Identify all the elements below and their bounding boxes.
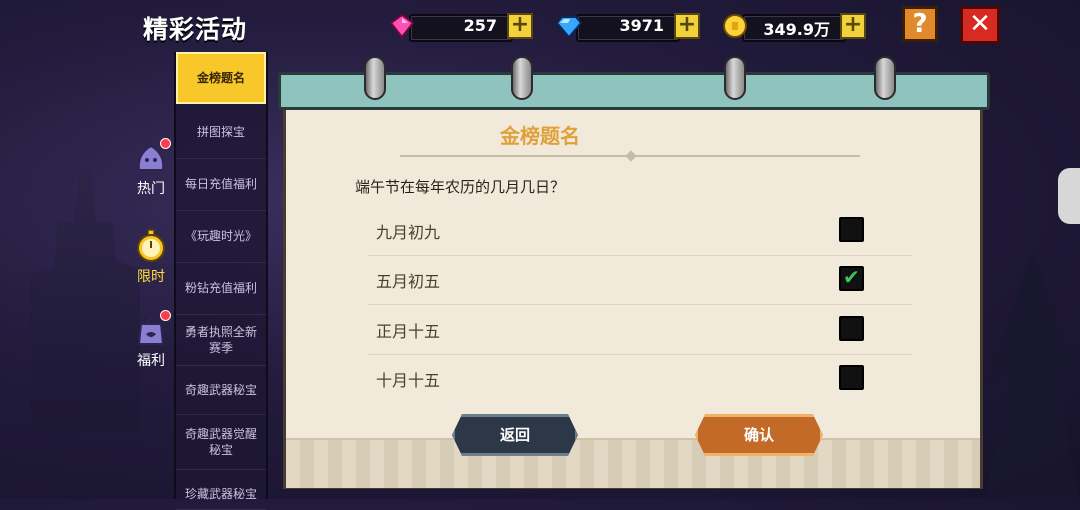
menu-item-weapon-awaken-treasure[interactable]: 奇趣武器觉醒秘宝 [176,414,266,470]
blue-diamond-counter: 3971 + [556,11,702,42]
check-icon: ✔ [843,265,860,289]
option-label: 五月初五 [376,272,441,291]
side-handle[interactable] [1058,168,1080,224]
binder-ring [874,56,896,100]
gift-bag-icon [133,310,171,348]
gold-coin-counter: 349.9万 + [722,11,868,42]
category-label: 福利 [137,353,165,369]
category-label: 热门 [137,181,165,197]
back-button[interactable]: 返回 [452,414,578,456]
binder-ring [511,56,533,100]
gold-coin-value: 349.9万 [763,20,830,39]
option-checkbox[interactable] [839,316,864,341]
category-limited[interactable]: 限时 [128,228,174,286]
panel-footer-pattern [286,438,980,488]
add-gold-coin-button[interactable]: + [840,13,866,39]
add-blue-diamond-button[interactable]: + [674,13,700,39]
option-row[interactable]: 十月十五 [368,354,912,403]
option-checkbox[interactable] [839,217,864,242]
add-pink-gem-button[interactable]: + [507,13,533,39]
binder-ring [724,56,746,100]
menu-item-fun-time[interactable]: 《玩趣时光》 [176,210,266,263]
background-tree [985,250,1080,500]
blue-diamond-icon [556,16,582,39]
option-label: 九月初九 [376,223,441,242]
notification-dot [160,310,171,321]
option-checkbox[interactable]: ✔ [839,265,864,291]
stopwatch-icon [133,228,169,264]
option-label: 正月十五 [376,322,441,341]
page-title: 精彩活动 [143,15,248,44]
close-button[interactable]: ✕ [960,6,1000,44]
pink-gem-counter: 257 + [389,11,535,42]
quiz-question: 端午节在每年农历的几月几日？ [355,178,566,196]
background-castle [30,170,140,430]
option-label: 十月十五 [376,371,441,390]
option-row[interactable]: 正月十五 [368,305,912,355]
option-row[interactable]: 九月初九 [368,206,912,256]
pink-gem-value: 257 [463,16,497,35]
option-row[interactable]: 五月初五 ✔ [368,255,912,305]
menu-item-weapon-treasure[interactable]: 奇趣武器秘宝 [176,366,266,415]
option-checkbox[interactable] [839,365,864,390]
menu-item-pink-diamond-recharge[interactable]: 粉钻充值福利 [176,262,266,315]
category-welfare[interactable]: 福利 [128,310,174,370]
menu-item-collect-weapon-treasure[interactable]: 珍藏武器秘宝 [176,470,266,510]
menu-item-golden-list[interactable]: 金榜题名 [176,52,266,104]
category-label: 限时 [137,269,165,285]
menu-item-hero-license[interactable]: 勇者执照全新赛季 [176,314,266,366]
menu-item-daily-recharge[interactable]: 每日充值福利 [176,158,266,211]
confirm-button[interactable]: 确认 [695,414,823,456]
blue-diamond-value: 3971 [619,16,664,35]
pink-gem-icon [389,13,415,39]
binder-ring [364,56,386,100]
gold-coin-icon [723,14,747,38]
help-button[interactable]: ? [902,6,938,42]
quiz-title: 金榜题名 [500,124,580,148]
